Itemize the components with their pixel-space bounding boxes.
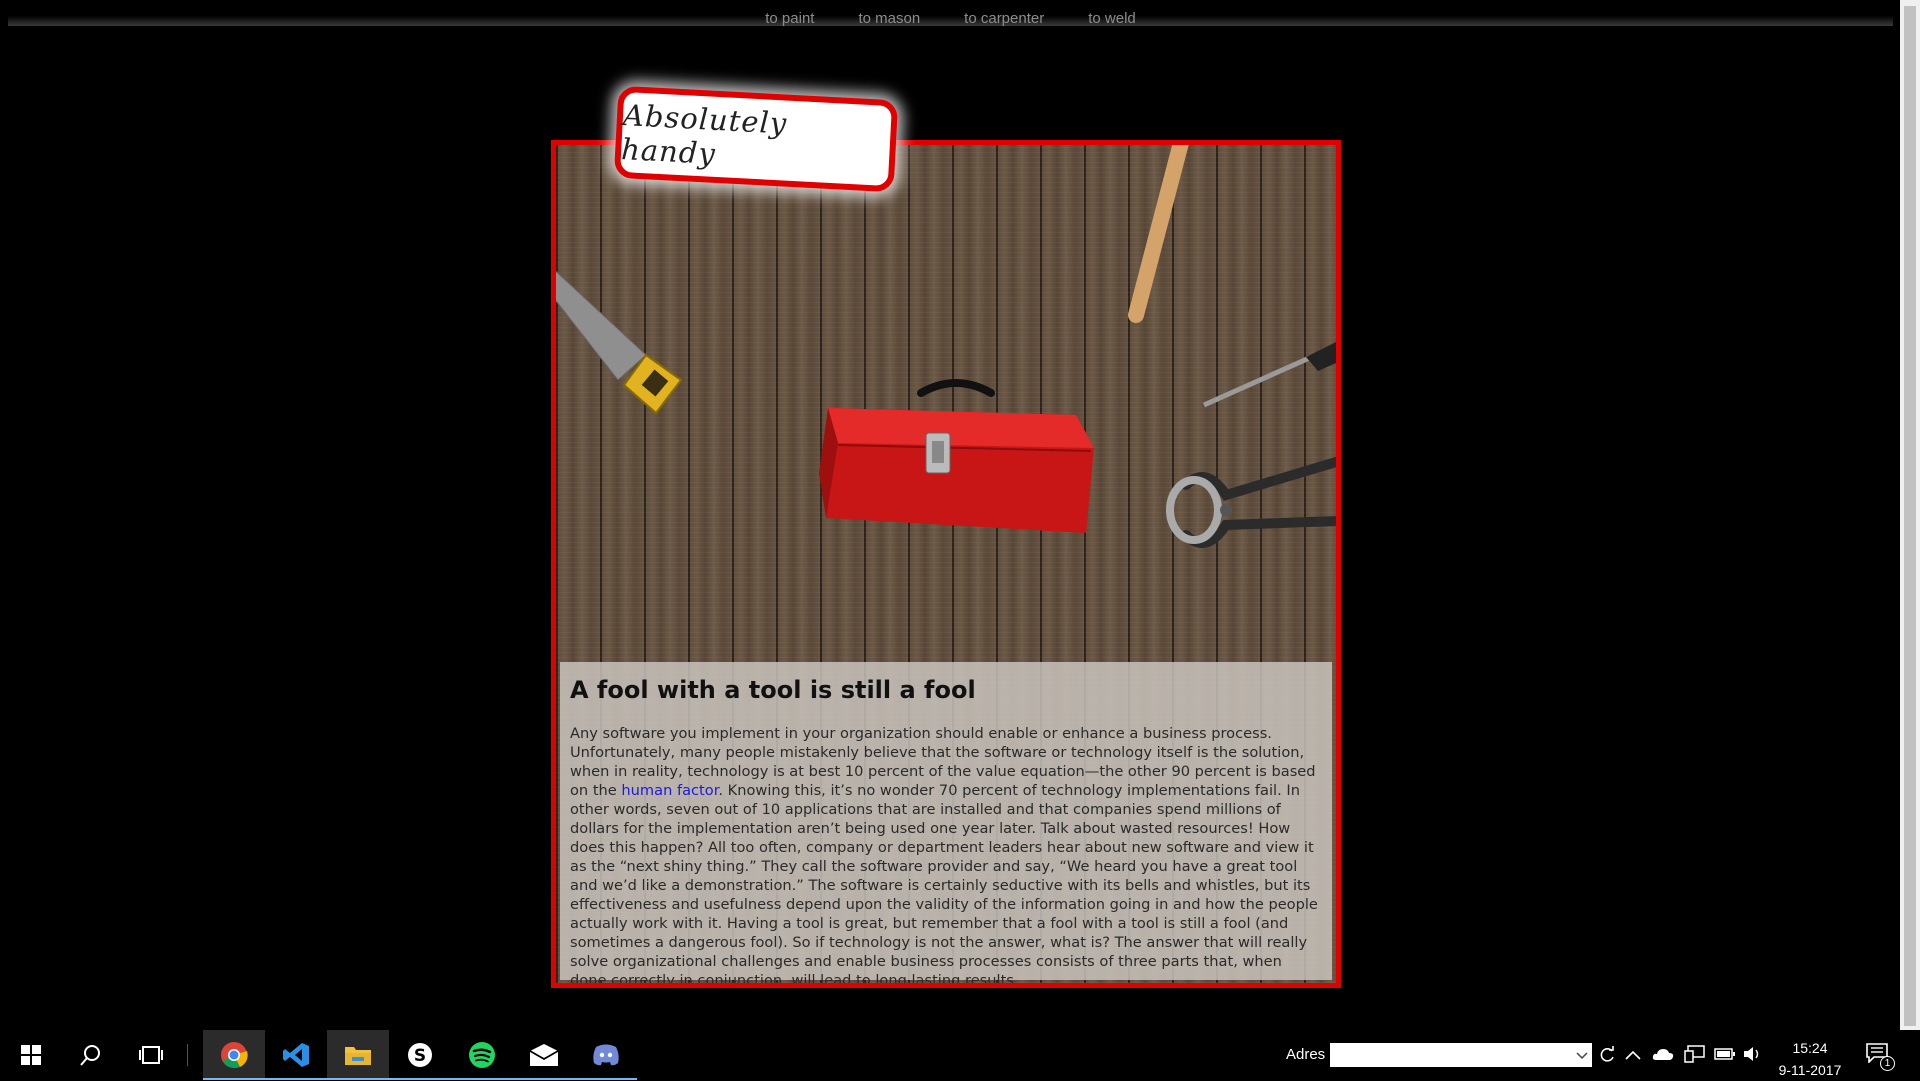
human-factor-link[interactable]: human factor (621, 782, 718, 799)
article-box: A fool with a tool is still a fool Any s… (560, 662, 1332, 983)
scrollbar-thumb[interactable] (1904, 6, 1916, 1026)
network-icon[interactable] (1684, 1045, 1706, 1063)
vertical-scrollbar[interactable] (1900, 0, 1920, 1030)
pliers-image (1166, 456, 1336, 548)
action-center-button[interactable]: 1 (1866, 1043, 1895, 1071)
discord-icon (593, 1044, 619, 1066)
nav-link-weld[interactable]: to weld (1088, 0, 1136, 27)
taskbar-app-skype[interactable]: S (389, 1030, 451, 1080)
taskbar-clock[interactable]: 15:24 9-11-2017 (1770, 1037, 1850, 1081)
svg-text:S: S (414, 1046, 426, 1066)
toolbox-image (819, 379, 1094, 533)
taskbar-app-mail[interactable] (513, 1030, 575, 1080)
windows-taskbar: S Adres 15:24 9-11-2017 1 (0, 1030, 1920, 1080)
hammer-image (1128, 145, 1189, 323)
clock-time: 15:24 (1792, 1040, 1828, 1056)
spotify-icon (469, 1042, 495, 1068)
taskbar-divider (187, 1044, 188, 1066)
battery-icon[interactable] (1714, 1048, 1736, 1060)
clock-date: 9-11-2017 (1778, 1062, 1842, 1078)
nav-link-paint[interactable]: to paint (765, 0, 814, 27)
volume-icon[interactable] (1743, 1046, 1763, 1062)
article-text-part2: . Knowing this, it’s no wonder 70 percen… (570, 782, 1318, 988)
start-button[interactable] (0, 1030, 62, 1080)
skype-icon: S (408, 1043, 432, 1067)
file-explorer-icon (345, 1047, 371, 1065)
taskbar-app-spotify[interactable] (451, 1030, 513, 1080)
search-button[interactable] (60, 1030, 122, 1080)
task-view-icon (139, 1046, 163, 1064)
content-panel: A fool with a tool is still a fool Any s… (551, 140, 1341, 988)
article-heading: A fool with a tool is still a fool (570, 676, 976, 704)
nav-link-carpenter[interactable]: to carpenter (964, 0, 1044, 27)
address-dropdown-icon[interactable] (1576, 1052, 1588, 1060)
search-icon (80, 1045, 100, 1066)
vscode-icon (283, 1043, 309, 1067)
mail-icon (529, 1044, 559, 1066)
screwdriver-image (1202, 342, 1336, 408)
badge-text: Absolutely handy (620, 98, 789, 171)
show-hidden-icons-icon[interactable] (1625, 1050, 1641, 1060)
top-nav: to paint to mason to carpenter to weld (8, 0, 1893, 27)
task-view-button[interactable] (120, 1030, 182, 1080)
address-input[interactable] (1330, 1043, 1592, 1067)
saw-image (556, 270, 683, 415)
absolutely-handy-badge: Absolutely handy (613, 85, 899, 193)
refresh-icon[interactable] (1598, 1046, 1616, 1064)
notification-count-badge: 1 (1880, 1056, 1895, 1071)
taskbar-app-file-explorer[interactable] (327, 1030, 389, 1080)
taskbar-app-vscode[interactable] (265, 1030, 327, 1080)
onedrive-icon[interactable] (1652, 1047, 1674, 1061)
article-body: Any software you implement in your organ… (570, 724, 1322, 988)
taskbar-app-discord[interactable] (575, 1030, 637, 1080)
address-label: Adres (1286, 1046, 1326, 1063)
windows-logo-icon (21, 1045, 41, 1065)
nav-link-mason[interactable]: to mason (858, 0, 920, 27)
chrome-icon (221, 1042, 248, 1069)
taskbar-app-chrome[interactable] (203, 1030, 265, 1080)
